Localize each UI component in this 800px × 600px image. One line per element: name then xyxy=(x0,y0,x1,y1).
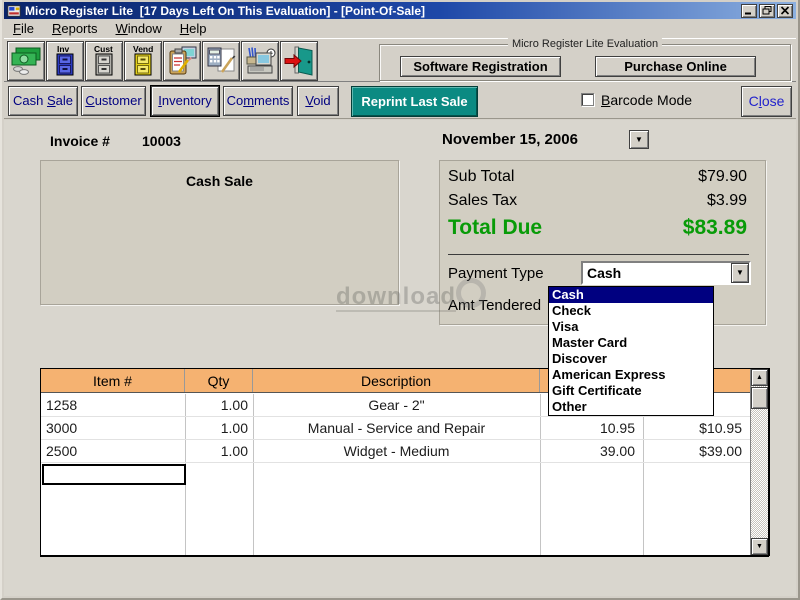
restore-button[interactable] xyxy=(759,4,775,18)
close-window-button[interactable] xyxy=(777,4,793,18)
dropdown-option[interactable]: Gift Certificate xyxy=(549,383,713,399)
invoices-cabinet-button[interactable]: Inv xyxy=(46,41,84,81)
sale-type-panel: Cash Sale xyxy=(40,160,399,305)
total-due-value: $83.89 xyxy=(683,216,747,240)
minimize-button[interactable] xyxy=(741,4,757,18)
title-bar: Micro Register Lite [17 Days Left On Thi… xyxy=(4,2,796,19)
dropdown-option[interactable]: Discover xyxy=(549,351,713,367)
exit-door-icon xyxy=(282,44,316,78)
menu-help[interactable]: Help xyxy=(171,20,216,37)
total-due-label: Total Due xyxy=(448,216,542,240)
reprint-last-sale-button[interactable]: Reprint Last Sale xyxy=(351,86,478,117)
customers-cabinet-button[interactable]: Cust xyxy=(85,41,123,81)
evaluation-group-title: Micro Register Lite Evaluation xyxy=(508,38,662,50)
table-row[interactable]: 3000 1.00 Manual - Service and Repair 10… xyxy=(41,417,750,440)
dropdown-option[interactable]: Master Card xyxy=(549,335,713,351)
calculator-notes-button[interactable] xyxy=(202,41,240,81)
grid-body: 1258 1.00 Gear - 2" 3000 1.00 Manual - S… xyxy=(41,394,750,555)
computer-icon xyxy=(243,44,277,78)
svg-text:Inv: Inv xyxy=(57,44,70,54)
app-icon xyxy=(7,4,21,18)
money-icon xyxy=(9,44,43,78)
invoices-cabinet-icon: Inv xyxy=(48,43,82,79)
menu-bar: File Reports Window Help xyxy=(4,19,796,37)
sales-tax-label: Sales Tax xyxy=(448,192,517,210)
toolbar: Inv Cust Vend xyxy=(4,38,796,82)
register-computer-button[interactable] xyxy=(241,41,279,81)
active-item-cell[interactable] xyxy=(42,464,186,485)
customers-cabinet-icon: Cust xyxy=(87,43,121,79)
evaluation-groupbox: Micro Register Lite Evaluation Software … xyxy=(379,44,791,81)
action-row: Cash Sale Customer Inventory Comments Vo… xyxy=(4,84,796,119)
app-window: Micro Register Lite [17 Days Left On Thi… xyxy=(0,0,800,600)
table-row[interactable]: 2500 1.00 Widget - Medium 39.00 $39.00 xyxy=(41,440,750,463)
totals-separator xyxy=(448,254,749,255)
clipboard-icon xyxy=(165,44,199,78)
sub-total-label: Sub Total xyxy=(448,168,514,186)
invoice-number: 10003 xyxy=(142,133,181,149)
invoice-label: Invoice # xyxy=(50,133,110,149)
payment-type-combobox[interactable]: Cash ▼ xyxy=(581,261,751,285)
exit-button[interactable] xyxy=(280,41,318,81)
svg-text:Vend: Vend xyxy=(133,44,153,54)
tab-inventory[interactable]: Inventory xyxy=(151,86,219,116)
barcode-mode-checkbox[interactable] xyxy=(581,93,594,106)
vendors-cabinet-icon: Vend xyxy=(126,43,160,79)
header-description: Description xyxy=(253,369,540,392)
header-qty: Qty xyxy=(185,369,253,392)
barcode-mode-label: Barcode Mode xyxy=(601,92,692,108)
sub-total-value: $79.90 xyxy=(698,168,747,186)
svg-text:Cust: Cust xyxy=(94,44,113,54)
pos-content: Invoice # 10003 November 15, 2006 ▼ Cash… xyxy=(4,120,796,596)
menu-window[interactable]: Window xyxy=(107,20,171,37)
sale-date: November 15, 2006 xyxy=(442,131,578,148)
dropdown-option[interactable]: Visa xyxy=(549,319,713,335)
close-icon xyxy=(780,6,790,15)
date-dropdown-button[interactable]: ▼ xyxy=(629,130,649,149)
amt-tendered-label: Amt Tendered xyxy=(448,297,541,314)
sales-tax-value: $3.99 xyxy=(707,192,747,210)
menu-reports[interactable]: Reports xyxy=(43,20,107,37)
window-title: Micro Register Lite [17 Days Left On Thi… xyxy=(25,4,425,18)
scroll-down-button[interactable]: ▼ xyxy=(751,538,768,555)
vendors-cabinet-button[interactable]: Vend xyxy=(124,41,162,81)
dropdown-option[interactable]: Cash xyxy=(549,287,713,303)
scroll-thumb[interactable] xyxy=(751,387,768,409)
calculator-icon xyxy=(204,44,238,78)
tab-cash-sale[interactable]: Cash Sale xyxy=(8,86,78,116)
software-registration-button[interactable]: Software Registration xyxy=(400,56,561,77)
combobox-arrow-button[interactable]: ▼ xyxy=(731,263,749,283)
tab-void[interactable]: Void xyxy=(297,86,339,116)
orders-clipboard-button[interactable] xyxy=(163,41,201,81)
menu-file[interactable]: File xyxy=(4,20,43,37)
purchase-online-button[interactable]: Purchase Online xyxy=(595,56,756,77)
close-button[interactable]: Close xyxy=(741,86,792,117)
payment-type-label: Payment Type xyxy=(448,265,544,282)
header-item: Item # xyxy=(41,369,185,392)
dropdown-option[interactable]: American Express xyxy=(549,367,713,383)
tab-customer[interactable]: Customer xyxy=(81,86,146,116)
payment-type-dropdown-list: Cash Check Visa Master Card Discover Ame… xyxy=(548,286,714,416)
dropdown-option[interactable]: Other xyxy=(549,399,713,415)
dropdown-option[interactable]: Check xyxy=(549,303,713,319)
payment-type-selected: Cash xyxy=(587,265,621,281)
restore-icon xyxy=(762,6,772,15)
grid-scrollbar[interactable]: ▲ ▼ xyxy=(750,369,768,555)
pos-money-button[interactable] xyxy=(7,41,45,81)
tab-comments[interactable]: Comments xyxy=(223,86,293,116)
minimize-icon xyxy=(744,6,754,15)
scroll-up-button[interactable]: ▲ xyxy=(751,369,768,386)
sale-type-title: Cash Sale xyxy=(41,173,398,189)
